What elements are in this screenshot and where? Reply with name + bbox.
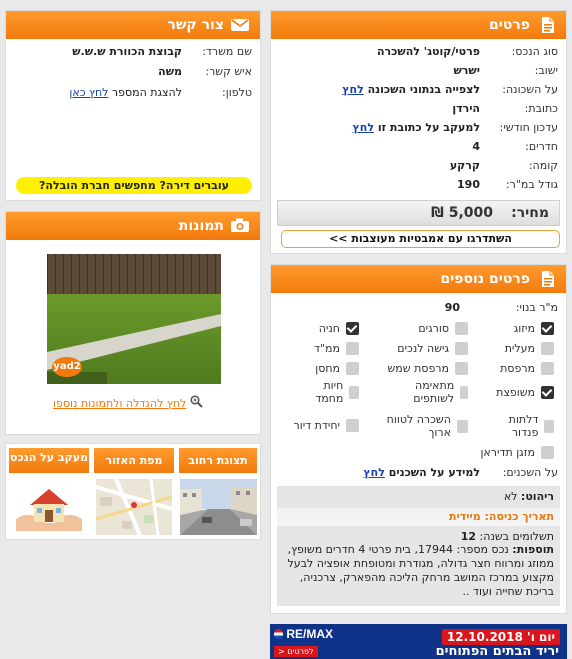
details-title: פרטים: [488, 17, 530, 33]
photos-header: תמונות: [6, 212, 260, 240]
remax-banner[interactable]: יום ו' 12.10.2018 יריד הבתים הפתוחים RE/…: [270, 624, 567, 659]
feature-parking: חניה: [319, 322, 359, 335]
detail-row-neighborhood: על השכונה: לצפייה בנתוני השכונה לחץ: [342, 83, 558, 96]
house-in-hands-image: [16, 489, 82, 531]
more-details-panel: פרטים נוספים מ"ר בנוי: 90 מיזוג סורגים ח…: [270, 264, 567, 614]
detail-row-rooms: חדרים: 4: [472, 140, 558, 153]
moving-company-button[interactable]: עוברים דירה? מחפשים חברת הובלה?: [16, 177, 252, 194]
map-image: [96, 479, 172, 535]
checkbox-pets: [349, 385, 359, 399]
checkbox-parking: [346, 322, 359, 335]
street-view-thumbnail[interactable]: [180, 479, 257, 535]
enlarge-photos-link[interactable]: לחץ להגדלה ולתמונות נוספו: [53, 397, 186, 410]
checkbox-storage: [346, 362, 359, 375]
checkbox-bars: [455, 322, 468, 335]
photos-panel: תמונות yad2 לחץ להגדלה ולתמונות נוספו: [5, 211, 261, 435]
show-phone-link[interactable]: לחץ כאן: [69, 86, 108, 99]
furniture-line: ריהוט: לא: [503, 490, 554, 503]
built-area-row: מ"ר בנוי: 90: [444, 301, 558, 314]
checkbox-ac: [541, 322, 554, 335]
checkbox-renovated: [541, 386, 554, 399]
detail-row-monthly-update: עדכון חודשי: למעקב על כתובת זו לחץ: [352, 121, 558, 134]
neighbors-link[interactable]: לחץ: [363, 466, 384, 479]
feature-ac: מיזוג: [514, 322, 554, 335]
more-details-title: פרטים נוספים: [440, 271, 530, 287]
price-label: מחיר:: [511, 205, 549, 221]
feature-renovated: משופצת: [496, 386, 554, 399]
detail-row-city: ישוב: ישרש: [453, 64, 558, 77]
price-value: 5,000 ₪: [431, 205, 493, 221]
checkbox-roommates: [460, 385, 468, 399]
feature-elevator: מעלית: [505, 342, 554, 355]
envelope-icon: [231, 16, 250, 34]
tab-street-view[interactable]: תצוגת רחוב: [179, 448, 257, 473]
property-photo[interactable]: yad2: [47, 254, 221, 384]
checkbox-balcony: [541, 362, 554, 375]
neighborhood-link[interactable]: לחץ: [342, 83, 363, 96]
checkbox-safe-room: [346, 342, 359, 355]
photos-title: תמונות: [178, 218, 224, 234]
feature-sun-balcony: מרפסת שמש: [388, 362, 468, 375]
checkbox-tadiran: [541, 446, 554, 459]
camera-icon: [231, 217, 250, 235]
contact-phone-row: טלפון: להצגת המספר לחץ כאן: [69, 86, 252, 99]
banner-cta[interactable]: לפרטים <: [274, 646, 318, 657]
enlarge-photos-row: לחץ להגדלה ולתמונות נוספו: [53, 395, 203, 411]
payments-line: תשלומים בשנה: 12: [460, 530, 554, 543]
contact-title: צור קשר: [167, 17, 224, 33]
banner-event: יריד הבתים הפתוחים: [435, 644, 559, 659]
banner-date: יום ו' 12.10.2018: [441, 629, 560, 645]
more-details-header: פרטים נוספים: [271, 265, 566, 293]
feature-long-term: השכרה לטווח ארוך: [374, 413, 468, 439]
feature-tadiran: מזגן תדיראן: [480, 446, 554, 459]
document-icon: [538, 270, 556, 288]
checkbox-elevator: [541, 342, 554, 355]
detail-row-size: גודל במ"ר: 190: [457, 178, 558, 191]
details-header: פרטים: [271, 11, 566, 39]
checkbox-housing-unit: [346, 419, 359, 432]
feature-roommates: מתאימה לשותפים: [404, 379, 468, 405]
contact-header: צור קשר: [6, 11, 260, 39]
tab-property-tracking[interactable]: מעקב על הנכס: [9, 448, 89, 473]
price-box: מחיר: 5,000 ₪: [277, 200, 560, 226]
tab-area-map[interactable]: מפת האזור: [94, 448, 174, 473]
checkbox-sun-balcony: [455, 362, 468, 375]
property-tracking-thumbnail[interactable]: [10, 479, 88, 535]
document-icon: [538, 16, 556, 34]
feature-balcony: מרפסת: [500, 362, 554, 375]
contact-person-row: איש קשר: משה: [158, 65, 252, 78]
extra-info-box: ריהוט: לא תאריך כניסה: מיידית תשלומים בש…: [277, 486, 560, 606]
contact-panel: צור קשר שם משרד: קבוצת הכוורת ש.ש.ש איש …: [5, 10, 261, 201]
yad2-watermark: yad2: [52, 357, 82, 377]
entry-date: תאריך כניסה: מיידית: [277, 508, 560, 526]
street-image: [180, 479, 257, 535]
checkbox-long-term: [456, 419, 468, 433]
feature-pandor-doors: דלתות פנדור: [494, 413, 554, 439]
feature-accessible: גישה לנכים: [397, 342, 468, 355]
feature-housing-unit: יחידת דיור: [293, 419, 359, 432]
feature-pets: חיות מחמד: [305, 379, 359, 405]
monthly-update-link[interactable]: לחץ: [353, 121, 374, 134]
detail-row-type: סוג הנכס: פרטי/קוטג' להשכרה: [376, 45, 558, 58]
zoom-icon: [190, 395, 203, 411]
feature-storage: מחסן: [315, 362, 359, 375]
detail-row-address: כתובת: הירדן: [452, 102, 558, 115]
promo-link[interactable]: השתדרגו עם אמבטיות מעוצבות >>: [281, 230, 560, 248]
balloon-icon: [274, 629, 283, 639]
checkbox-accessible: [455, 342, 468, 355]
feature-bars: סורגים: [418, 322, 468, 335]
additions-text: תוספות: נכס מספר: 17944, בית פרטי 4 חדרי…: [287, 543, 554, 598]
detail-row-floor: קומה: קרקע: [449, 159, 558, 172]
checkbox-pandor-doors: [544, 419, 554, 433]
details-panel: פרטים סוג הנכס: פרטי/קוטג' להשכרה ישוב: …: [270, 10, 567, 254]
contact-office-row: שם משרד: קבוצת הכוורת ש.ש.ש: [72, 45, 252, 58]
remax-logo: RE/MAX: [274, 627, 333, 641]
feature-safe-room: ממ"ד: [314, 342, 359, 355]
area-map-thumbnail[interactable]: [96, 479, 172, 535]
neighbors-row: על השכנים: למידע על השכנים לחץ: [363, 466, 558, 479]
